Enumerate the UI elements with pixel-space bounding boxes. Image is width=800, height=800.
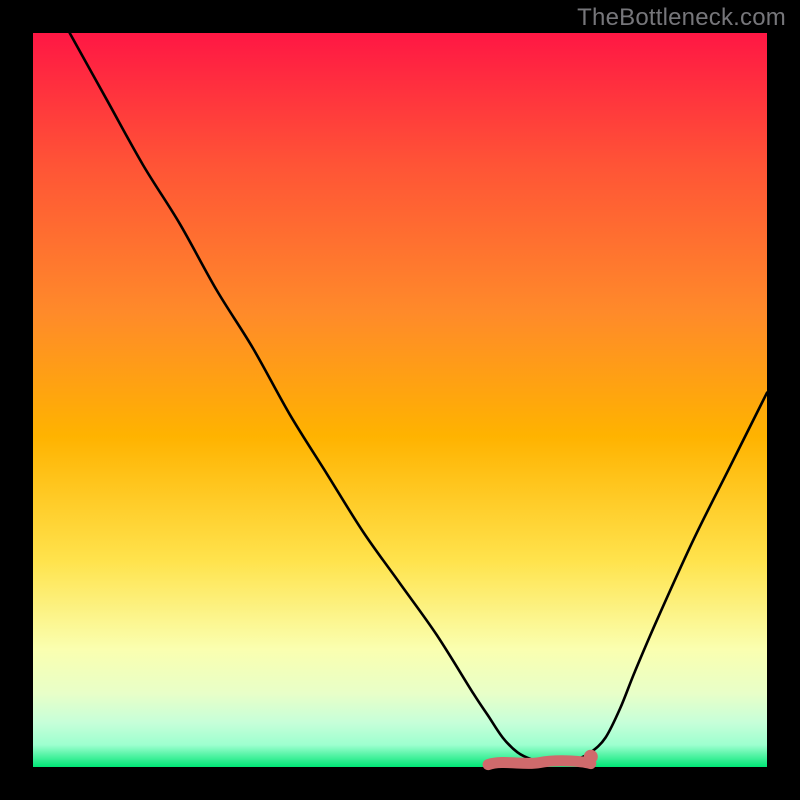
chart-frame: { "watermark": "TheBottleneck.com", "col…	[0, 0, 800, 800]
optimal-zone-marker	[488, 761, 591, 765]
gradient-background	[33, 33, 767, 767]
bottleneck-chart	[0, 0, 800, 800]
watermark-text: TheBottleneck.com	[577, 4, 786, 32]
optimal-point-marker	[584, 750, 598, 764]
